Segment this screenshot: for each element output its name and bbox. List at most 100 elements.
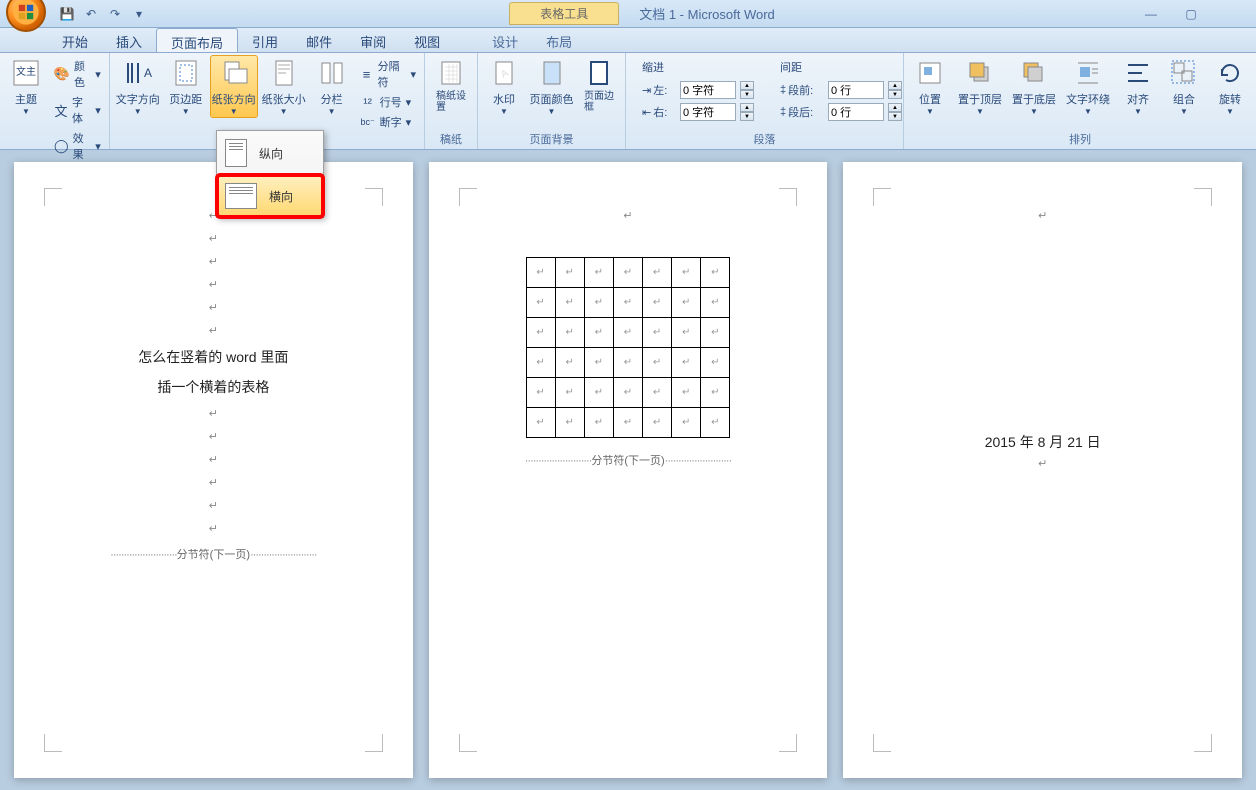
indent-right-spinner[interactable]: ▲▼ [740, 103, 754, 121]
paragraph-mark: ↵ [497, 204, 760, 227]
themes-button[interactable]: 文主 主题 ▼ [4, 55, 48, 118]
document-area[interactable]: ↵ ↵ ↵ ↵ ↵ ↵ 怎么在竖着的 word 里面 插一个横着的表格 ↵ ↵ … [0, 150, 1256, 790]
position-button[interactable]: 位置 ▼ [908, 55, 952, 118]
colors-icon: 🎨 [54, 66, 70, 82]
spacing-before-input[interactable] [828, 81, 884, 99]
fonts-icon: 文 [54, 102, 68, 118]
spacing-before-icon: ‡ [780, 84, 786, 96]
text-direction-button[interactable]: A 文字方向 ▼ [114, 55, 162, 118]
tab-review[interactable]: 审阅 [346, 28, 400, 52]
paragraph-mark: ↵ [82, 227, 345, 250]
chevron-down-icon: ▼ [548, 107, 556, 116]
page-borders-button[interactable]: 页面边框 [577, 55, 621, 115]
spacing-before-label: ‡段前: [780, 82, 824, 98]
group-label-arrange: 排列 [908, 129, 1252, 149]
tab-home[interactable]: 开始 [48, 28, 102, 52]
spacing-after-spinner[interactable]: ▲▼ [888, 103, 902, 121]
watermark-button[interactable]: A 水印 ▼ [482, 55, 526, 118]
chevron-down-icon: ▼ [22, 107, 30, 116]
chevron-down-icon: ▼ [1180, 107, 1188, 116]
word-table[interactable]: ↵↵↵↵↵↵↵ ↵↵↵↵↵↵↵ ↵↵↵↵↵↵↵ ↵↵↵↵↵↵↵ ↵↵↵↵↵↵↵ … [526, 257, 731, 438]
crop-mark [873, 188, 891, 206]
chevron-down-icon: ▼ [280, 107, 288, 116]
page-color-button[interactable]: 页面颜色 ▼ [528, 55, 575, 118]
breaks-button[interactable]: ≡分隔符 ▾ [358, 57, 418, 91]
tab-view[interactable]: 视图 [400, 28, 454, 52]
group-button[interactable]: 组合 ▼ [1162, 55, 1206, 118]
crop-mark [44, 734, 62, 752]
indent-left-label: ⇥左: [642, 82, 676, 98]
orientation-icon [218, 57, 250, 89]
spacing-after-input[interactable] [828, 103, 884, 121]
crop-mark [779, 734, 797, 752]
rotate-icon [1214, 57, 1246, 89]
margins-button[interactable]: 页边距 ▼ [164, 55, 208, 118]
orientation-portrait-item[interactable]: 纵向 [217, 131, 323, 175]
paper-settings-button[interactable]: 稿纸设置 [429, 55, 473, 115]
svg-text:A: A [144, 66, 152, 80]
position-icon [914, 57, 946, 89]
page-2[interactable]: ↵ ↵↵↵↵↵↵↵ ↵↵↵↵↵↵↵ ↵↵↵↵↵↵↵ ↵↵↵↵↵↵↵ ↵↵↵↵↵↵… [429, 162, 828, 778]
tab-design[interactable]: 设计 [478, 28, 532, 52]
crop-mark [365, 734, 383, 752]
maximize-button[interactable]: ▢ [1176, 6, 1206, 22]
orientation-landscape-item[interactable]: 横向 [217, 175, 323, 217]
text-wrap-button[interactable]: 文字环绕 ▼ [1062, 55, 1114, 118]
columns-icon [316, 57, 348, 89]
spacing-title: 间距 [780, 59, 902, 75]
margins-icon [170, 57, 202, 89]
redo-icon[interactable]: ↷ [106, 5, 124, 23]
indent-title: 缩进 [642, 59, 754, 75]
size-icon [268, 57, 300, 89]
indent-left-input[interactable] [680, 81, 736, 99]
office-button[interactable] [6, 0, 46, 32]
chevron-down-icon: ▼ [182, 107, 190, 116]
indent-right-input[interactable] [680, 103, 736, 121]
undo-icon[interactable]: ↶ [82, 5, 100, 23]
page-1[interactable]: ↵ ↵ ↵ ↵ ↵ ↵ 怎么在竖着的 word 里面 插一个横着的表格 ↵ ↵ … [14, 162, 413, 778]
page-3[interactable]: ↵ 2015 年 8 月 21 日 ↵ [843, 162, 1242, 778]
indent-right-icon: ⇤ [642, 106, 651, 119]
spacing-after-icon: ‡ [780, 106, 786, 118]
send-back-button[interactable]: 置于底层 ▼ [1008, 55, 1060, 118]
crop-mark [779, 188, 797, 206]
theme-fonts-button[interactable]: 文字体 ▾ [52, 93, 103, 127]
indent-left-icon: ⇥ [642, 84, 651, 97]
paragraph-mark: ↵ [911, 204, 1174, 227]
tab-page-layout[interactable]: 页面布局 [156, 28, 238, 52]
rotate-button[interactable]: 旋转 ▼ [1208, 55, 1252, 118]
line-numbers-icon: ¹² [360, 94, 376, 110]
group-arrange: 位置 ▼ 置于顶层 ▼ 置于底层 ▼ 文字环绕 ▼ 对齐 ▼ [904, 53, 1256, 149]
tab-mailings[interactable]: 邮件 [292, 28, 346, 52]
chevron-down-icon: ▼ [1084, 107, 1092, 116]
send-back-icon [1018, 57, 1050, 89]
indent-left-spinner[interactable]: ▲▼ [740, 81, 754, 99]
size-button[interactable]: 纸张大小 ▼ [260, 55, 308, 118]
breaks-icon: ≡ [360, 66, 374, 82]
bring-front-button[interactable]: 置于顶层 ▼ [954, 55, 1006, 118]
chevron-down-icon: ▼ [230, 107, 238, 116]
theme-colors-button[interactable]: 🎨颜色 ▾ [52, 57, 103, 91]
crop-mark [459, 188, 477, 206]
paragraph-mark: ↵ [82, 448, 345, 471]
theme-effects-button[interactable]: ◯效果 ▾ [52, 129, 103, 163]
line-numbers-button[interactable]: ¹²行号 ▾ [358, 93, 418, 111]
quick-access-toolbar: 💾 ↶ ↷ ▾ [58, 5, 148, 23]
tab-layout[interactable]: 布局 [532, 28, 586, 52]
minimize-button[interactable]: — [1136, 6, 1166, 22]
qat-dropdown-icon[interactable]: ▾ [130, 5, 148, 23]
title-bar: 💾 ↶ ↷ ▾ 表格工具 文档 1 - Microsoft Word — ▢ × [0, 0, 1256, 28]
paragraph-mark: ↵ [911, 452, 1174, 475]
paragraph-mark: ↵ [82, 402, 345, 425]
page-borders-icon [583, 57, 615, 89]
tab-insert[interactable]: 插入 [102, 28, 156, 52]
hyphenation-button[interactable]: bc⁻断字 ▾ [358, 113, 418, 131]
tab-references[interactable]: 引用 [238, 28, 292, 52]
indent-right-label: ⇤右: [642, 104, 676, 120]
group-label-paper: 稿纸 [429, 129, 473, 149]
orientation-button[interactable]: 纸张方向 ▼ [210, 55, 258, 118]
save-icon[interactable]: 💾 [58, 5, 76, 23]
spacing-before-spinner[interactable]: ▲▼ [888, 81, 902, 99]
columns-button[interactable]: 分栏 ▼ [310, 55, 354, 118]
align-button[interactable]: 对齐 ▼ [1116, 55, 1160, 118]
